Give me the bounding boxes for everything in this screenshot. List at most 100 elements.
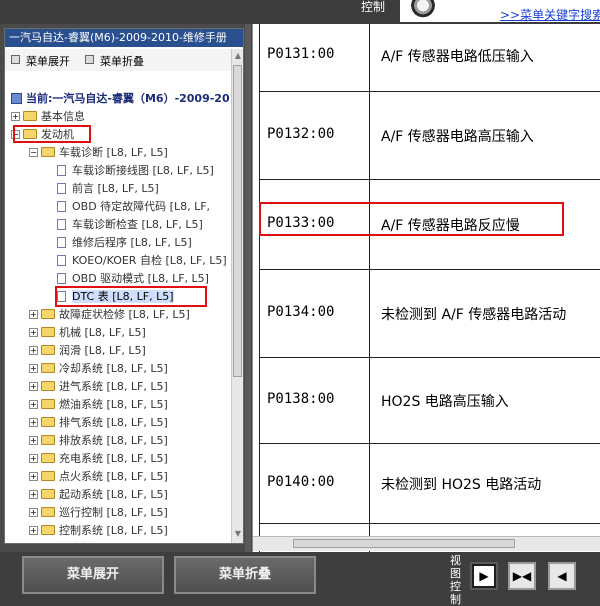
- tree-node[interactable]: + 燃油系统 [L8, LF, L5]: [29, 397, 168, 413]
- tree-node-label: 巡行控制 [L8, LF, L5]: [59, 506, 168, 519]
- dtc-description: 未检测到 HO2S 电路活动: [381, 477, 542, 493]
- folder-icon: [41, 147, 55, 157]
- tree-node[interactable]: 前言 [L8, LF, L5]: [57, 181, 159, 197]
- tree-node[interactable]: OBD 驱动模式 [L8, LF, L5]: [57, 271, 209, 287]
- expand-plus-icon[interactable]: +: [29, 472, 38, 481]
- menu-collapse-link[interactable]: 菜单折叠: [85, 53, 144, 69]
- expand-plus-icon[interactable]: +: [29, 526, 38, 535]
- expand-plus-icon[interactable]: +: [29, 310, 38, 319]
- tree-node[interactable]: + 排放系统 [L8, LF, L5]: [29, 433, 168, 449]
- tree-node[interactable]: OBD 待定故障代码 [L8, LF,: [57, 199, 210, 215]
- dtc-code: P0138:00: [267, 391, 335, 407]
- tree-node-label: 车载诊断接线图 [L8, LF, L5]: [72, 164, 214, 177]
- table-row: P0132:00 A/F 传感器电路高压输入: [259, 92, 600, 180]
- tree-node-label: 点火系统 [L8, LF, L5]: [59, 470, 168, 483]
- tree-node[interactable]: + 故障症状检修 [L8, LF, L5]: [29, 307, 190, 323]
- expand-plus-icon[interactable]: +: [29, 508, 38, 517]
- nav-right-button[interactable]: ▶: [470, 562, 498, 590]
- scroll-up-icon[interactable]: ▲: [232, 49, 243, 63]
- folder-icon: [41, 417, 55, 427]
- tree-node[interactable]: − 车载诊断 [L8, LF, L5]: [29, 145, 168, 161]
- tree-node[interactable]: + 排气系统 [L8, LF, L5]: [29, 415, 168, 431]
- tree-node[interactable]: + 进气系统 [L8, LF, L5]: [29, 379, 168, 395]
- current-label: 当前:一汽马自达-睿翼（M6）-2009-201: [26, 92, 238, 105]
- document-icon: [57, 255, 66, 266]
- menu-expand-button[interactable]: 菜单展开: [22, 556, 164, 594]
- expand-plus-icon[interactable]: +: [29, 490, 38, 499]
- table-horizontal-scrollbar[interactable]: [253, 536, 600, 551]
- tree-node[interactable]: 车载诊断接线图 [L8, LF, L5]: [57, 163, 214, 179]
- nav-split-button[interactable]: ▶◀: [508, 562, 536, 590]
- tree-node-label: 进气系统 [L8, LF, L5]: [59, 380, 168, 393]
- current-node: 当前:一汽马自达-睿翼（M6）-2009-201: [11, 91, 237, 107]
- expand-plus-icon[interactable]: +: [29, 436, 38, 445]
- document-icon: [57, 219, 66, 230]
- tree-node-label: 故障症状检修 [L8, LF, L5]: [59, 308, 190, 321]
- tree-node[interactable]: + 点火系统 [L8, LF, L5]: [29, 469, 168, 485]
- document-icon: [57, 201, 66, 212]
- document-icon: [57, 183, 66, 194]
- bottom-bar: 菜单展开 菜单折叠 视图控制 ▶ ▶◀ ◀: [0, 552, 600, 606]
- table-scroll-thumb[interactable]: [293, 539, 515, 548]
- tree-node[interactable]: + 基本信息: [11, 109, 85, 125]
- tree-node[interactable]: + 润滑 [L8, LF, L5]: [29, 343, 146, 359]
- scroll-down-icon[interactable]: ▼: [232, 527, 243, 541]
- expand-plus-icon[interactable]: +: [29, 454, 38, 463]
- tree-node[interactable]: + 机械 [L8, LF, L5]: [29, 325, 146, 341]
- menu-expand-link[interactable]: 菜单展开: [11, 53, 70, 69]
- expand-plus-icon[interactable]: +: [29, 382, 38, 391]
- tree-node-label: OBD 待定故障代码 [L8, LF,: [72, 200, 211, 213]
- table-row: P0134:00 未检测到 A/F 传感器电路活动: [259, 270, 600, 358]
- tree-node[interactable]: + 充电系统 [L8, LF, L5]: [29, 451, 168, 467]
- dtc-code: P0134:00: [267, 304, 335, 320]
- tree-vertical-scrollbar[interactable]: ▲ ▼: [231, 49, 243, 543]
- menu-panel: 一汽马自达-睿翼(M6)-2009-2010-维修手册 菜单展开 菜单折叠 当前…: [4, 28, 244, 544]
- expand-plus-icon[interactable]: +: [29, 364, 38, 373]
- dtc-description: A/F 传感器电路高压输入: [381, 129, 534, 145]
- expand-plus-icon[interactable]: +: [29, 328, 38, 337]
- folder-icon: [41, 489, 55, 499]
- arrow-right-icon: ▶: [474, 566, 494, 586]
- tree-node-label: 前言 [L8, LF, L5]: [72, 182, 159, 195]
- table-row: P0140:00 未检测到 HO2S 电路活动: [259, 444, 600, 524]
- expand-plus-icon[interactable]: +: [29, 346, 38, 355]
- tree-node-label: 控制系统 [L8, LF, L5]: [59, 524, 168, 537]
- nav-left-button[interactable]: ◀: [548, 562, 576, 590]
- collapse-minus-icon[interactable]: −: [29, 148, 38, 157]
- menu-collapse-button[interactable]: 菜单折叠: [174, 556, 316, 594]
- dtc-code: P0132:00: [267, 126, 335, 142]
- folder-icon: [41, 381, 55, 391]
- tree-node[interactable]: + 控制系统 [L8, LF, L5]: [29, 523, 168, 539]
- tree-node[interactable]: 维修后程序 [L8, LF, L5]: [57, 235, 192, 251]
- dtc-code: P0140:00: [267, 474, 335, 490]
- tree-horizontal-scrollbar[interactable]: [5, 543, 244, 544]
- tree-node[interactable]: KOEO/KOER 自检 [L8, LF, L5]: [57, 253, 227, 269]
- document-icon: [57, 237, 66, 248]
- document-icon: [57, 273, 66, 284]
- tree-node-label: 冷却系统 [L8, LF, L5]: [59, 362, 168, 375]
- folder-icon: [23, 111, 37, 121]
- table-row: P0138:00 HO2S 电路高压输入: [259, 358, 600, 444]
- tree-node[interactable]: + 冷却系统 [L8, LF, L5]: [29, 361, 168, 377]
- tree-node-label: 维修后程序 [L8, LF, L5]: [72, 236, 192, 249]
- scroll-thumb[interactable]: [233, 65, 242, 377]
- document-icon: [57, 165, 66, 176]
- panel-splitter[interactable]: [245, 24, 251, 552]
- tree-node-label: KOEO/KOER 自检 [L8, LF, L5]: [72, 254, 227, 267]
- tree-node-label: OBD 驱动模式 [L8, LF, L5]: [72, 272, 209, 285]
- expand-plus-icon[interactable]: +: [11, 112, 20, 121]
- tree-node-label: 充电系统 [L8, LF, L5]: [59, 452, 168, 465]
- tree-node-label: 基本信息: [41, 110, 85, 123]
- expand-plus-icon[interactable]: +: [29, 418, 38, 427]
- folder-icon: [41, 399, 55, 409]
- folder-icon: [41, 471, 55, 481]
- folder-icon: [41, 507, 55, 517]
- tree-node[interactable]: + 起动系统 [L8, LF, L5]: [29, 487, 168, 503]
- tree-node[interactable]: 车载诊断检查 [L8, LF, L5]: [57, 217, 203, 233]
- expand-plus-icon[interactable]: +: [29, 400, 38, 409]
- menu-keyword-search-link[interactable]: >>菜单关键字搜索: [500, 6, 600, 23]
- dtc-description: 未检测到 A/F 传感器电路活动: [381, 307, 567, 323]
- folder-icon: [41, 453, 55, 463]
- dtc-description: HO2S 电路高压输入: [381, 394, 509, 410]
- tree-node[interactable]: + 巡行控制 [L8, LF, L5]: [29, 505, 168, 521]
